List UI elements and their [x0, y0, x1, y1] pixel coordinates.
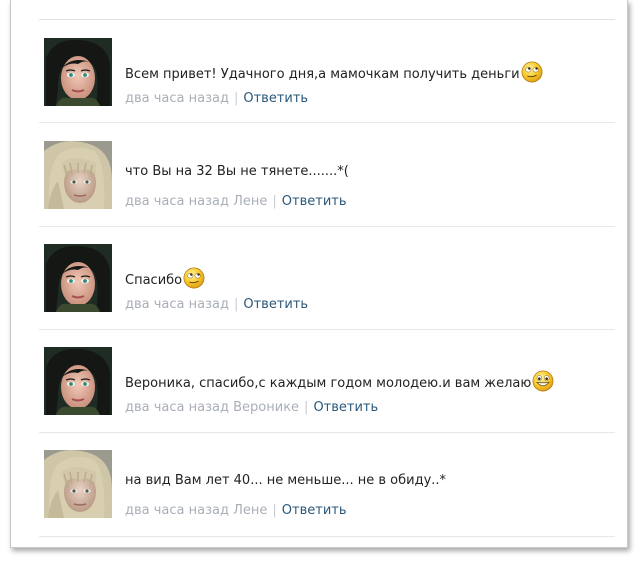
- comment-timestamp[interactable]: два часа назад: [125, 194, 229, 209]
- user-avatar[interactable]: [44, 38, 112, 106]
- meta-separator: |: [233, 297, 239, 312]
- comment-text: Всем привет! Удачного дня,а мамочкам пол…: [125, 61, 543, 83]
- comment-item: что Вы на 32 Вы не тянете.......*( два ч…: [44, 122, 615, 225]
- comment-item: Спасибо два часа назад | Ответить: [44, 225, 615, 328]
- rolling-eyes-smiley-icon: [521, 61, 543, 83]
- user-avatar[interactable]: [44, 450, 112, 518]
- comment-text: на вид Вам лет 40... не меньше... не в о…: [125, 473, 446, 489]
- user-avatar[interactable]: [44, 347, 112, 415]
- comment-body: на вид Вам лет 40... не меньше... не в о…: [125, 473, 447, 488]
- comment-text: Вероника, спасибо,с каждым годом молодею…: [125, 370, 554, 392]
- avatar-image[interactable]: [44, 38, 112, 106]
- comment-meta: два часа назад | Ответить: [125, 91, 308, 107]
- avatar-image[interactable]: [44, 450, 112, 518]
- reply-to-name[interactable]: Лене: [233, 194, 267, 209]
- grin-smiley-icon: [532, 370, 554, 392]
- comment-text: Спасибо: [125, 267, 205, 289]
- meta-separator: |: [272, 194, 277, 209]
- comment-body: что Вы на 32 Вы не тянете.......*(: [125, 164, 349, 179]
- reply-to-name[interactable]: Лене: [233, 503, 267, 518]
- reply-link[interactable]: Ответить: [282, 503, 347, 518]
- comment-meta: два часа назад Веронике | Ответить: [125, 400, 378, 416]
- comment-timestamp[interactable]: два часа назад: [125, 400, 229, 415]
- reply-link[interactable]: Ответить: [243, 91, 308, 106]
- comment-meta: два часа назад Лене | Ответить: [125, 503, 347, 519]
- comment-text: что Вы на 32 Вы не тянете.......*(: [125, 164, 349, 180]
- avatar-image[interactable]: [44, 141, 112, 209]
- avatar-image[interactable]: [44, 347, 112, 415]
- meta-separator: |: [304, 400, 309, 415]
- reply-link[interactable]: Ответить: [282, 194, 347, 209]
- avatar-image[interactable]: [44, 244, 112, 312]
- comments-panel: Всем привет! Удачного дня,а мамочкам пол…: [10, 0, 628, 548]
- meta-separator: |: [272, 503, 277, 518]
- comment-item: на вид Вам лет 40... не меньше... не в о…: [44, 431, 615, 534]
- comment-item: Всем привет! Удачного дня,а мамочкам пол…: [44, 19, 615, 122]
- comment-divider: [39, 536, 615, 537]
- comment-meta: два часа назад Лене | Ответить: [125, 194, 347, 210]
- rolling-eyes-smiley-icon: [183, 267, 205, 289]
- comment-timestamp[interactable]: два часа назад: [125, 503, 229, 518]
- reply-link[interactable]: Ответить: [243, 297, 308, 312]
- comment-timestamp[interactable]: два часа назад: [125, 297, 229, 312]
- comment-body: Спасибо: [125, 273, 183, 288]
- meta-separator: |: [233, 91, 239, 106]
- user-avatar[interactable]: [44, 141, 112, 209]
- comment-item: Вероника, спасибо,с каждым годом молодею…: [44, 328, 615, 431]
- user-avatar[interactable]: [44, 244, 112, 312]
- reply-link[interactable]: Ответить: [313, 400, 378, 415]
- reply-to-name[interactable]: Веронике: [233, 400, 299, 415]
- comment-timestamp[interactable]: два часа назад: [125, 91, 229, 106]
- comment-body: Всем привет! Удачного дня,а мамочкам пол…: [125, 67, 520, 82]
- comment-meta: два часа назад | Ответить: [125, 297, 308, 313]
- comment-body: Вероника, спасибо,с каждым годом молодею…: [125, 376, 532, 391]
